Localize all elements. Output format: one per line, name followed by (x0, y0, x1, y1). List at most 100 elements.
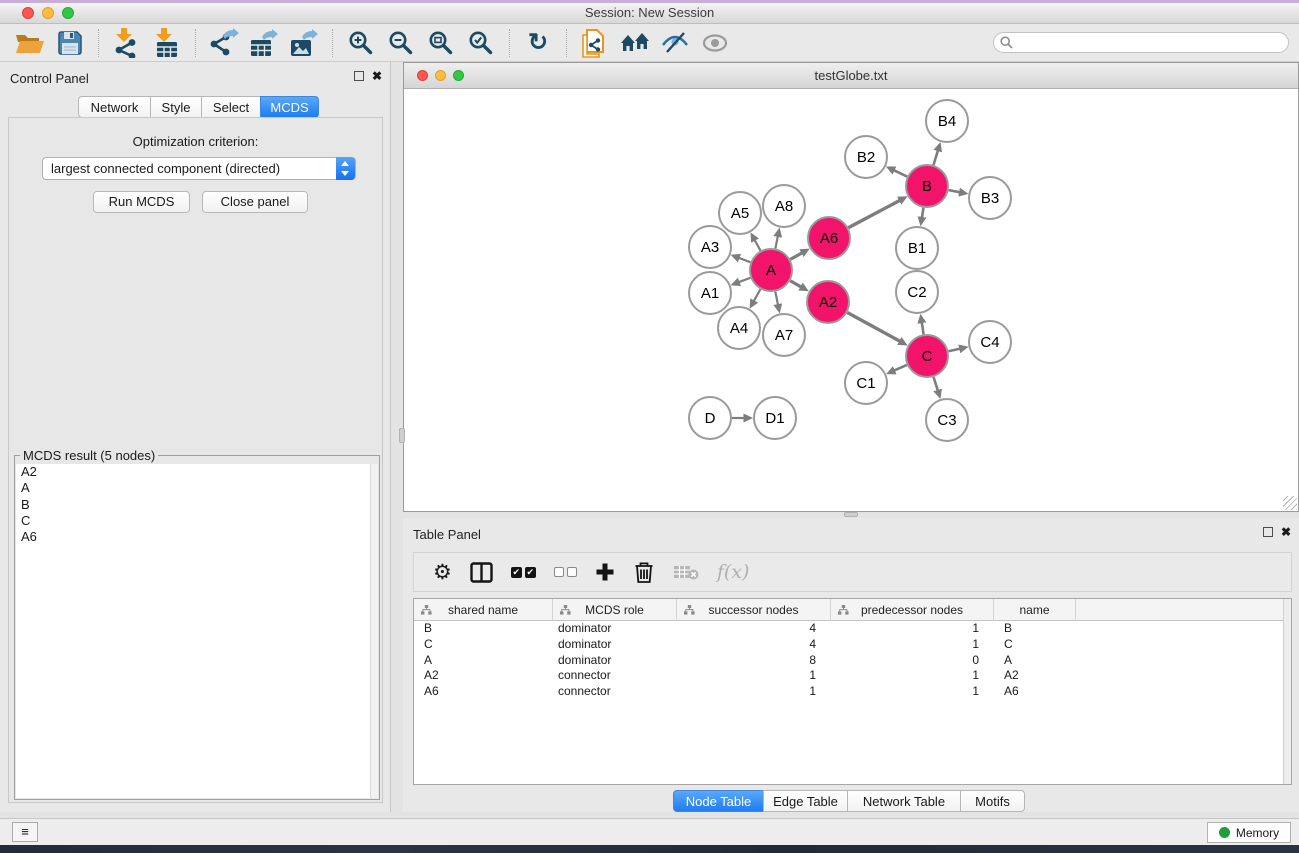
table-row[interactable]: Cdominator41C (414, 637, 1291, 653)
table-cell[interactable]: 0 (831, 653, 994, 669)
table-row[interactable]: A2connector11A2 (414, 668, 1291, 684)
table-cell[interactable]: dominator (553, 653, 677, 669)
main-titlebar[interactable]: Session: New Session (0, 3, 1299, 24)
duplicate-network-icon[interactable] (578, 27, 612, 59)
task-history-button[interactable]: ≡ (12, 822, 38, 842)
table-cell[interactable]: connector (553, 684, 677, 700)
table-cell[interactable]: A (414, 653, 553, 669)
mcds-result-item[interactable]: A6 (16, 529, 370, 545)
column-header-shared-name[interactable]: shared name (414, 599, 553, 621)
table-cell[interactable]: C (414, 637, 553, 653)
tab-node-table[interactable]: Node Table (673, 790, 764, 812)
show-details-icon[interactable] (698, 27, 732, 59)
column-header-MCDS-role[interactable]: MCDS role (553, 599, 677, 621)
table-scrollbar[interactable] (1283, 599, 1291, 784)
run-mcds-button[interactable]: Run MCDS (93, 191, 190, 213)
column-header-successor-nodes[interactable]: successor nodes (677, 599, 831, 621)
tab-motifs[interactable]: Motifs (960, 790, 1025, 812)
network-window-titlebar[interactable]: testGlobe.txt (404, 63, 1298, 89)
memory-button[interactable]: Memory (1207, 822, 1291, 843)
graph-edge-C-C4[interactable] (948, 349, 959, 352)
graph-edge-C-C1[interactable] (894, 365, 907, 371)
zoom-fit-icon[interactable] (424, 27, 458, 59)
delete-table-icon[interactable] (673, 557, 699, 587)
graph-edge-A-A6[interactable] (790, 253, 802, 259)
deselect-all-icon[interactable] (554, 557, 577, 587)
add-icon[interactable] (595, 557, 615, 587)
table-cell[interactable]: A6 (994, 684, 1076, 700)
graph-edge-C-C2[interactable] (922, 323, 924, 335)
tab-mcds[interactable]: MCDS (260, 96, 319, 118)
tab-network-table[interactable]: Network Table (847, 790, 961, 812)
column-header-name[interactable]: name (994, 599, 1076, 621)
network-horizontal-scrollbar[interactable] (844, 512, 858, 517)
table-cell[interactable]: 1 (677, 668, 831, 684)
table-cell[interactable]: 1 (831, 637, 994, 653)
import-table-icon[interactable] (150, 27, 184, 59)
resize-grip[interactable] (1283, 496, 1297, 510)
graph-edge-A-A8[interactable] (775, 236, 777, 248)
network-graph[interactable]: AA1A2A3A4A5A6A7A8BB1B2B3B4CC1C2C3C4DD1 (404, 89, 1298, 511)
graph-edge-A-A3[interactable] (739, 258, 750, 262)
tab-select[interactable]: Select (201, 96, 261, 118)
graph-edge-A6-B[interactable] (848, 201, 899, 228)
save-session-icon[interactable] (53, 27, 87, 59)
criterion-dropdown[interactable]: largest connected component (directed) (42, 157, 356, 180)
table-cell[interactable]: B (994, 621, 1076, 637)
zoom-selected-icon[interactable] (464, 27, 498, 59)
table-cell[interactable]: 1 (831, 621, 994, 637)
table-cell[interactable]: dominator (553, 621, 677, 637)
table-settings-icon[interactable]: ⚙ (433, 557, 452, 587)
network-vertical-scrollbar[interactable] (399, 428, 405, 443)
table-cell[interactable]: 1 (831, 668, 994, 684)
table-cell[interactable]: C (994, 637, 1076, 653)
select-all-icon[interactable]: ✔✔ (511, 557, 536, 587)
graph-edge-B-B3[interactable] (949, 190, 960, 192)
graph-edge-A-A1[interactable] (739, 278, 750, 282)
close-panel-button[interactable]: Close panel (202, 191, 308, 213)
mcds-result-list[interactable]: A2ABCA6 (16, 464, 370, 798)
graph-edge-A-A7[interactable] (775, 292, 778, 305)
graph-edge-A-A2[interactable] (790, 281, 801, 287)
table-cell[interactable]: A2 (414, 668, 553, 684)
close-table-panel-icon[interactable]: ✖ (1281, 526, 1291, 538)
column-header-predecessor-nodes[interactable]: predecessor nodes (831, 599, 994, 621)
export-image-icon[interactable] (287, 27, 321, 59)
show-columns-icon[interactable] (470, 557, 493, 587)
table-cell[interactable]: 4 (677, 621, 831, 637)
table-cell[interactable]: 1 (677, 684, 831, 700)
float-table-panel-icon[interactable] (1263, 527, 1273, 537)
graph-edge-A-A5[interactable] (755, 240, 761, 250)
graph-edge-A-A4[interactable] (754, 289, 760, 301)
table-cell[interactable]: dominator (553, 637, 677, 653)
table-row[interactable]: Bdominator41B (414, 621, 1291, 637)
graph-edge-A2-C[interactable] (847, 313, 899, 342)
export-network-icon[interactable] (207, 27, 241, 59)
function-builder-icon[interactable]: f(x) (717, 557, 750, 587)
table-cell[interactable]: A6 (414, 684, 553, 700)
tab-style[interactable]: Style (150, 96, 202, 118)
open-session-icon[interactable] (13, 27, 47, 59)
search-input[interactable] (993, 32, 1289, 53)
table-cell[interactable]: A (994, 653, 1076, 669)
delete-row-icon[interactable] (633, 557, 655, 587)
import-network-icon[interactable] (110, 27, 144, 59)
tab-edge-table[interactable]: Edge Table (763, 790, 848, 812)
tab-network[interactable]: Network (78, 96, 151, 118)
graph-edge-B-B4[interactable] (933, 151, 937, 165)
table-cell[interactable]: 4 (677, 637, 831, 653)
table-cell[interactable]: 1 (831, 684, 994, 700)
float-panel-icon[interactable] (354, 71, 364, 81)
table-row[interactable]: Adominator80A (414, 653, 1291, 669)
mcds-result-item[interactable]: A2 (16, 464, 370, 480)
zoom-in-icon[interactable] (344, 27, 378, 59)
graph-edge-C-C3[interactable] (934, 377, 938, 390)
close-panel-icon[interactable]: ✖ (372, 70, 382, 82)
zoom-out-icon[interactable] (384, 27, 418, 59)
table-row[interactable]: A6connector11A6 (414, 684, 1291, 700)
home-icon[interactable] (618, 27, 652, 59)
mcds-result-item[interactable]: C (16, 513, 370, 529)
hide-graphics-details-icon[interactable] (658, 27, 692, 59)
table-cell[interactable]: 8 (677, 653, 831, 669)
table-cell[interactable]: connector (553, 668, 677, 684)
